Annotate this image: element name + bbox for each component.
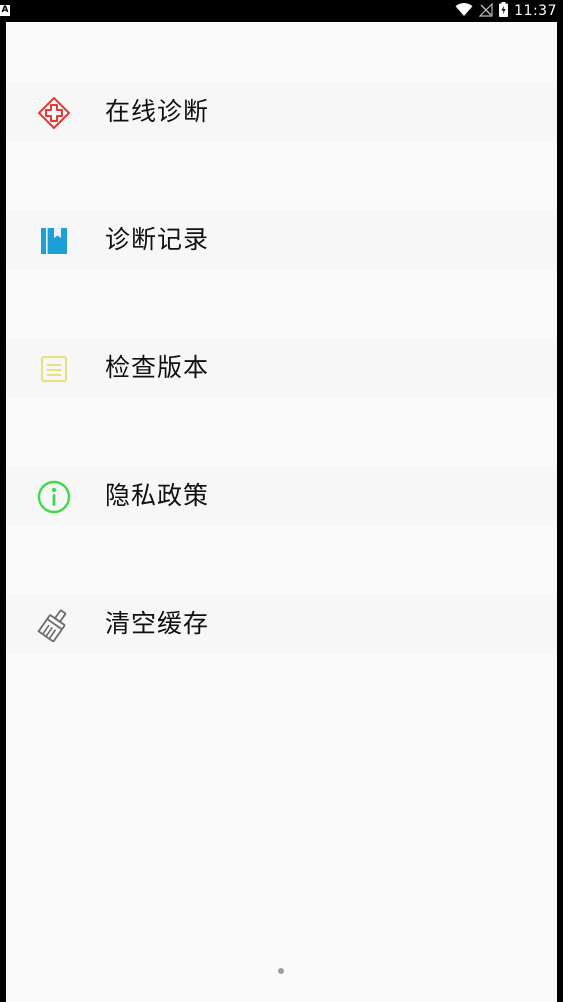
medical-cross-icon <box>37 96 71 130</box>
status-bar: A 11:37 <box>0 0 563 22</box>
menu-item-diagnosis-records[interactable]: 诊断记录 <box>6 210 557 270</box>
wifi-icon <box>455 2 473 21</box>
document-icon <box>37 352 71 386</box>
status-icons: 11:37 <box>455 0 557 22</box>
notification-badge: A <box>0 5 10 16</box>
app-screen: 在线诊断 诊断记录 检查版本 隐私政策 清空缓存 <box>6 22 557 1002</box>
broom-icon <box>37 608 71 642</box>
menu-item-clear-cache[interactable]: 清空缓存 <box>6 594 557 654</box>
no-signal-icon <box>478 2 493 21</box>
menu-item-label: 隐私政策 <box>105 481 210 510</box>
clock: 11:37 <box>514 3 557 19</box>
menu-item-label: 在线诊断 <box>105 97 210 126</box>
page-indicator-dot <box>278 968 284 974</box>
menu-item-online-diagnosis[interactable]: 在线诊断 <box>6 82 557 142</box>
book-bookmark-icon <box>37 224 71 258</box>
info-icon <box>37 480 71 514</box>
menu-item-privacy-policy[interactable]: 隐私政策 <box>6 466 557 526</box>
menu-item-label: 清空缓存 <box>105 609 210 638</box>
menu-item-check-version[interactable]: 检查版本 <box>6 338 557 398</box>
menu-item-label: 检查版本 <box>105 353 210 382</box>
battery-charging-icon <box>499 1 509 21</box>
menu-item-label: 诊断记录 <box>105 225 210 254</box>
